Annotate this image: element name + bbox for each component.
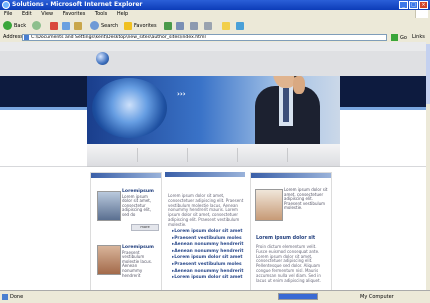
forward-arrow-icon <box>32 21 41 30</box>
feature-top-text: Lorem ipsum dolor sit amet, consectetuer… <box>284 187 328 211</box>
window-titlebar: Solutions - Microsoft Internet Explorer … <box>0 0 430 10</box>
page-done-icon <box>2 294 8 300</box>
menu-favorites[interactable]: Favorites <box>59 10 90 18</box>
refresh-button[interactable] <box>62 20 72 31</box>
news-link[interactable]: Lorem ipsum dolor sit amet <box>172 229 244 236</box>
site-logo-icon[interactable] <box>96 52 109 65</box>
profile-photo <box>97 191 121 221</box>
mail-icon <box>190 21 198 30</box>
site-nav-bar <box>87 144 340 167</box>
arrows-icon: ››› <box>177 90 186 98</box>
vertical-scrollbar[interactable] <box>426 42 430 290</box>
home-icon <box>74 21 82 30</box>
page-content: ››› Loremipsum Lorem ipsum dolor sit ame… <box>0 42 426 290</box>
address-input[interactable]: C:\Documents and Settings\kent\Desktop\n… <box>22 34 387 41</box>
profile-text: Loremipsum Lorem ipsum dolor sit amet, c… <box>122 189 154 217</box>
news-column: Lorem ipsum dolor sit amet, consectetuer… <box>165 172 245 290</box>
feature-photo <box>255 189 283 221</box>
media-button[interactable] <box>164 20 174 31</box>
profile-photo <box>97 245 121 275</box>
media-icon <box>164 21 172 30</box>
feature-heading: Lorem ipsum dolor sit <box>256 236 316 241</box>
back-arrow-icon <box>3 21 12 30</box>
menu-view[interactable]: View <box>37 10 57 18</box>
progress-bar <box>278 293 318 300</box>
mail-button[interactable] <box>190 20 200 31</box>
close-button[interactable]: × <box>419 1 428 9</box>
ie-icon <box>2 1 10 9</box>
address-label: Address <box>3 34 23 40</box>
scrollbar-thumb[interactable] <box>426 44 430 104</box>
go-button[interactable]: Go <box>391 34 407 41</box>
profile-text: Loremipsum Praesent vestibulum molestie … <box>122 245 154 278</box>
star-icon <box>124 21 132 30</box>
news-intro: Lorem ipsum dolor sit amet, consectetuer… <box>168 193 244 227</box>
messenger-icon <box>236 21 244 30</box>
feature-column: Lorem ipsum dolor sit amet, consectetuer… <box>250 172 332 290</box>
window-title: Solutions - Microsoft Internet Explorer <box>12 1 143 8</box>
menu-file[interactable]: File <box>0 10 16 18</box>
search-button[interactable]: Search <box>90 20 118 31</box>
stop-button[interactable] <box>50 20 60 31</box>
news-link-list: Lorem ipsum dolor sit amet Praesent vest… <box>172 229 244 282</box>
news-link[interactable]: Lorem ipsum dolor sit amet <box>172 255 244 262</box>
address-url: C:\Documents and Settings\kent\Desktop\n… <box>31 35 206 40</box>
globe-image <box>92 78 167 138</box>
menu-help[interactable]: Help <box>113 10 132 18</box>
history-button[interactable] <box>176 20 186 31</box>
feature-text: Proin dictum elementum velit. Fusce euis… <box>256 244 321 283</box>
browser-toolbar: Back Search Favorites <box>0 18 430 34</box>
forward-button[interactable] <box>32 20 43 31</box>
page-icon <box>24 35 29 40</box>
favorites-button[interactable]: Favorites <box>124 20 157 31</box>
news-link[interactable]: Lorem ipsum dolor sit amet <box>172 275 244 282</box>
news-link[interactable]: Aenean nonummy hendrerit <box>172 242 243 249</box>
history-icon <box>176 21 184 30</box>
windows-logo-icon <box>415 10 428 18</box>
print-button[interactable] <box>204 20 214 31</box>
go-arrow-icon <box>391 34 398 41</box>
refresh-icon <box>62 21 70 30</box>
maximize-button[interactable]: □ <box>409 1 418 9</box>
back-button[interactable]: Back <box>3 20 26 31</box>
search-icon <box>90 21 99 30</box>
menu-edit[interactable]: Edit <box>18 10 36 18</box>
folder-icon <box>222 21 230 30</box>
status-bar: Done My Computer <box>0 290 430 303</box>
folder-button[interactable] <box>222 20 232 31</box>
home-button[interactable] <box>74 20 84 31</box>
minimize-button[interactable]: _ <box>399 1 408 9</box>
hero-banner: ››› <box>87 76 340 144</box>
profiles-column: Loremipsum Lorem ipsum dolor sit amet, c… <box>90 172 162 290</box>
more-button[interactable]: more <box>131 224 159 231</box>
stop-icon <box>50 21 58 30</box>
menu-tools[interactable]: Tools <box>91 10 111 18</box>
businessman-image <box>255 76 320 144</box>
security-zone: My Computer <box>360 294 394 300</box>
links-button[interactable]: Links <box>412 34 425 40</box>
print-icon <box>204 21 212 30</box>
messenger-button[interactable] <box>236 20 246 31</box>
site-header <box>0 42 426 76</box>
news-link[interactable]: Praesent vestibulum moles <box>172 262 244 269</box>
status-text: Done <box>10 294 24 300</box>
